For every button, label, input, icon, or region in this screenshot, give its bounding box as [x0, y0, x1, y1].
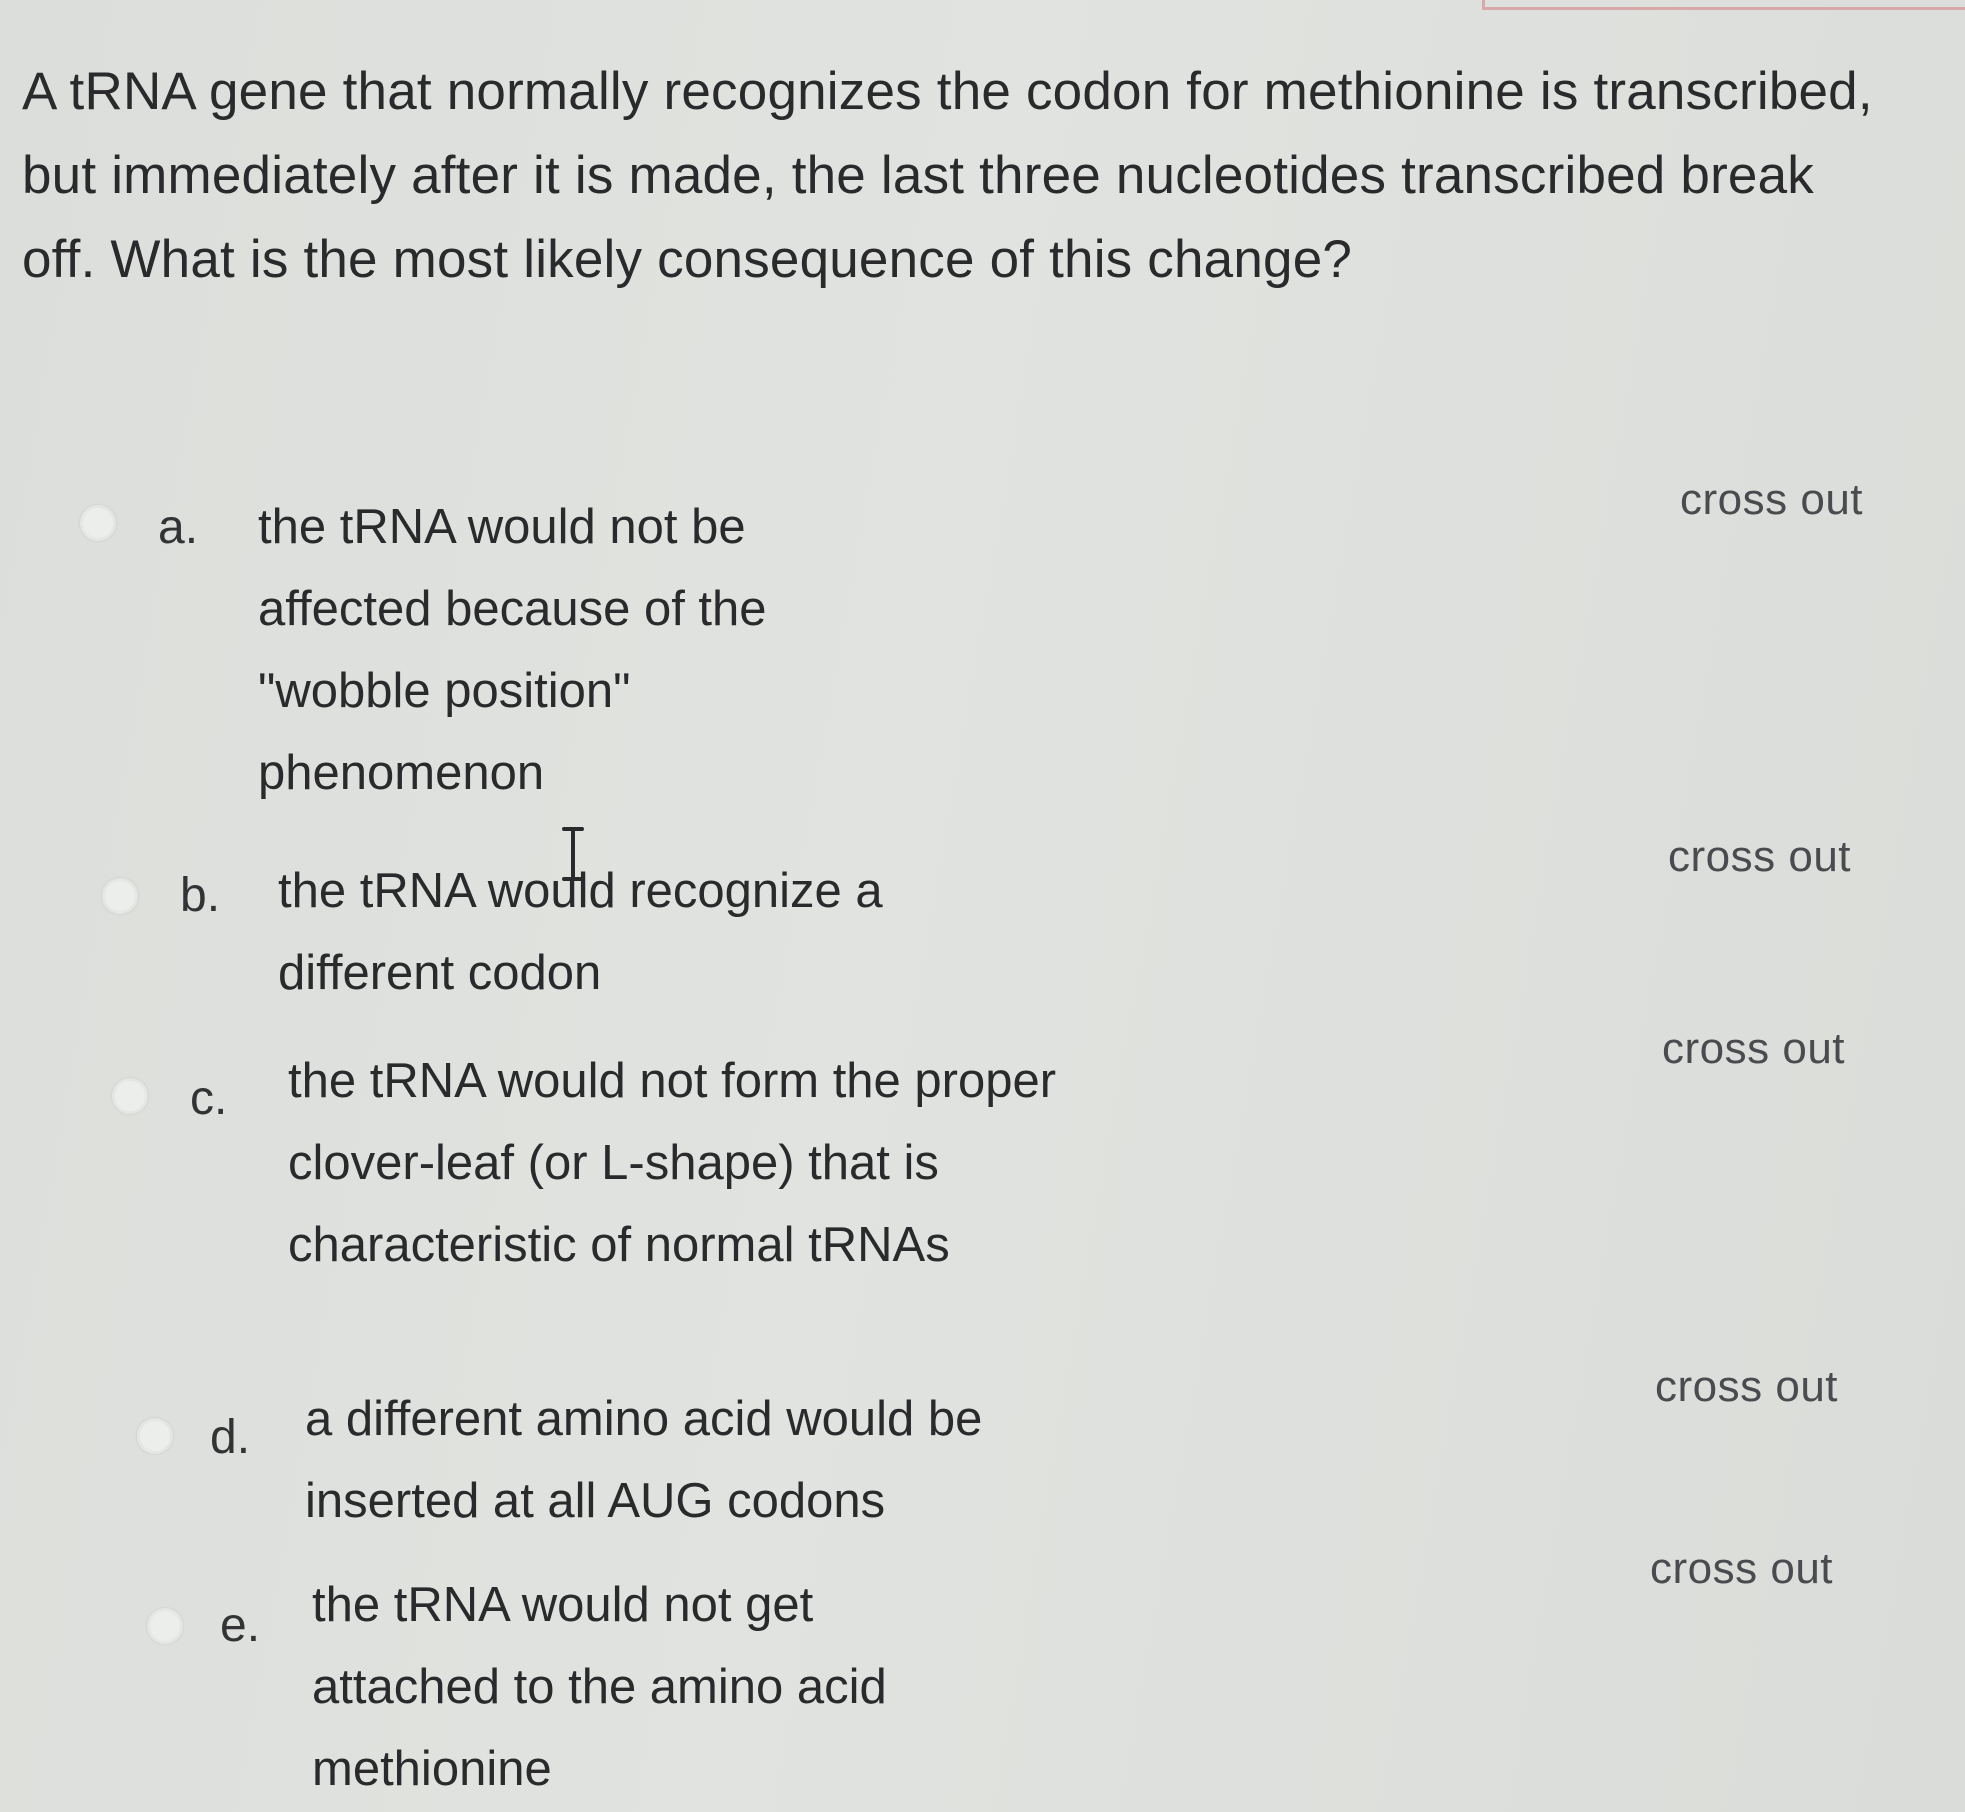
option-e-cross-out[interactable]: cross out	[1650, 1544, 1833, 1594]
option-e-letter: e.	[220, 1599, 261, 1652]
option-c-text: the tRNA would not form the proper clove…	[288, 1054, 1057, 1272]
option-c-letter: c.	[190, 1072, 228, 1125]
option-b-text: the tRNA would recognize a different cod…	[278, 864, 883, 1000]
option-b-letter: b.	[180, 869, 221, 922]
option-e-text: the tRNA would not get attached to the a…	[312, 1578, 887, 1796]
option-a-cross-out[interactable]: cross out	[1680, 475, 1863, 525]
option-d-cross-out[interactable]: cross out	[1655, 1362, 1838, 1412]
option-a-radio[interactable]	[80, 505, 116, 541]
option-c-cross-out[interactable]: cross out	[1662, 1024, 1845, 1074]
option-a-letter: a.	[158, 501, 199, 554]
option-d-letter: d.	[210, 1411, 251, 1464]
option-d-text: a different amino acid would be inserted…	[305, 1392, 983, 1528]
top-frame-edge	[1482, 0, 1965, 10]
option-e-radio[interactable]	[147, 1608, 183, 1644]
option-d-radio[interactable]	[137, 1418, 173, 1454]
option-b-cross-out[interactable]: cross out	[1668, 832, 1851, 882]
question-text: A tRNA gene that normally recognizes the…	[22, 62, 1873, 289]
text-cursor-icon	[562, 827, 584, 881]
option-a-text: the tRNA would not be affected because o…	[258, 500, 767, 800]
option-b-radio[interactable]	[102, 878, 138, 914]
option-c-radio[interactable]	[112, 1078, 148, 1114]
